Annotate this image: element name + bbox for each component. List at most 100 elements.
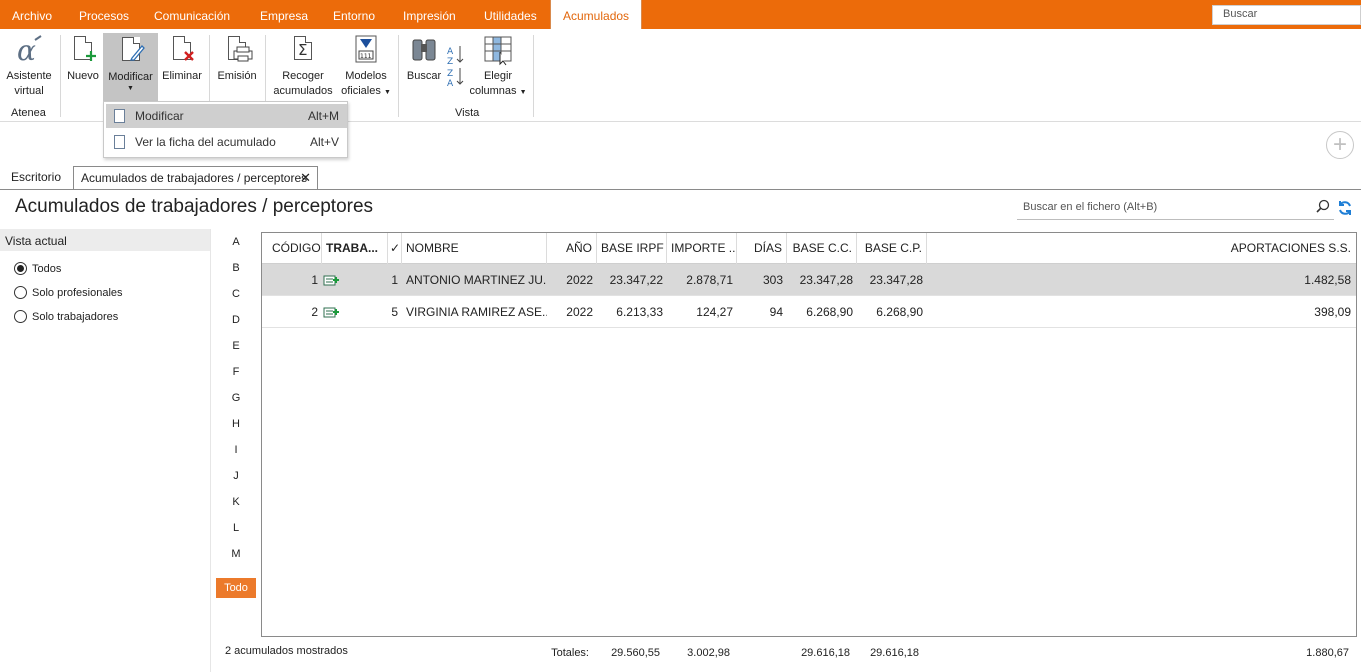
radio-todos[interactable]: Todos — [14, 262, 61, 275]
eliminar-label: Eliminar — [162, 70, 202, 82]
edit-document-icon — [115, 35, 147, 67]
letter-filter-m[interactable]: M — [226, 548, 246, 560]
group-label-atenea: Atenea — [11, 107, 46, 119]
cell-base-cc: 6.268,90 — [806, 305, 853, 319]
svg-text:Z: Z — [447, 69, 453, 79]
cell-base-irpf: 6.213,33 — [616, 305, 663, 319]
recoger-label-1: Recoger — [282, 70, 324, 82]
worker-record-icon — [323, 275, 339, 286]
letter-filter-k[interactable]: K — [226, 496, 246, 508]
cell-anio: 2022 — [566, 305, 593, 319]
menu-tab-utilidades[interactable]: Utilidades — [484, 0, 537, 29]
alpha-icon: α — [13, 34, 45, 67]
cell-importe: 124,27 — [696, 305, 733, 319]
letter-filter-f[interactable]: F — [226, 366, 246, 378]
col-importe[interactable]: IMPORTE ... — [667, 233, 737, 264]
tab-escritorio[interactable]: Escritorio — [11, 166, 61, 190]
global-search-input[interactable]: Buscar — [1212, 5, 1361, 25]
letter-filter-d[interactable]: D — [226, 314, 246, 326]
elegir-label-2: columnas ▼ — [469, 85, 527, 97]
eliminar-button[interactable]: Eliminar — [160, 34, 204, 84]
letter-filter-j[interactable]: J — [226, 470, 246, 482]
col-trabajador[interactable]: TRABA... — [322, 233, 388, 264]
col-base-cc[interactable]: BASE C.C. — [787, 233, 857, 264]
sum-document-icon: Σ — [287, 34, 319, 66]
acumulados-table: CÓDIGO TRABA... ✓ NOMBRE AÑO BASE IRPF I… — [261, 232, 1357, 637]
asistente-virtual-button[interactable]: α Asistente virtual — [4, 34, 54, 99]
cell-base-cc: 23.347,28 — [799, 273, 853, 287]
filter-todo-button[interactable]: Todo — [216, 578, 256, 598]
sort-az-icon: AZZA — [447, 46, 464, 89]
menu-tab-entorno[interactable]: Entorno — [333, 0, 375, 29]
col-codigo[interactable]: CÓDIGO — [262, 233, 322, 264]
radio-label: Solo trabajadores — [32, 311, 119, 323]
letter-filter-i[interactable]: I — [226, 444, 246, 456]
letter-filter-e[interactable]: E — [226, 340, 246, 352]
total-base-cc: 29.616,18 — [801, 647, 850, 659]
view-record-icon — [114, 135, 125, 149]
col-dias[interactable]: DÍAS — [737, 233, 787, 264]
svg-text:111: 111 — [360, 53, 372, 60]
cell-nombre: ANTONIO MARTINEZ JU... — [406, 273, 547, 287]
file-search-input[interactable]: Buscar en el fichero (Alt+B) — [1017, 196, 1334, 220]
menu-item-ver-ficha[interactable]: Ver la ficha del acumulado Alt+V — [106, 130, 347, 154]
col-aportaciones[interactable]: APORTACIONES S.S. — [927, 233, 1356, 264]
menu-tab-empresa[interactable]: Empresa — [260, 0, 308, 29]
records-count: 2 acumulados mostrados — [225, 645, 348, 657]
delete-document-icon — [166, 34, 198, 66]
col-nombre[interactable]: NOMBRE — [402, 233, 547, 264]
letter-filter-a[interactable]: A — [226, 236, 246, 248]
menu-tab-comunicacion[interactable]: Comunicación — [154, 0, 230, 29]
table-row[interactable]: 1 1 ANTONIO MARTINEZ JU... 2022 23.347,2… — [262, 264, 1356, 296]
menu-tab-acumulados[interactable]: Acumulados — [550, 0, 643, 29]
sort-az-button[interactable]: AZZA — [444, 44, 466, 93]
close-icon[interactable]: ✕ — [300, 167, 311, 189]
file-search-placeholder: Buscar en el fichero (Alt+B) — [1023, 201, 1158, 213]
menu-item-modificar[interactable]: Modificar Alt+M — [106, 104, 347, 128]
recoger-label-2: acumulados — [273, 85, 333, 97]
print-document-icon — [221, 34, 253, 66]
menu-bar: Archivo Procesos Comunicación Empresa En… — [0, 0, 1361, 29]
col-anio[interactable]: AÑO — [547, 233, 597, 264]
refresh-icon[interactable] — [1337, 200, 1353, 216]
add-tab-icon[interactable]: + — [1326, 131, 1354, 159]
menu-tab-impresion[interactable]: Impresión — [403, 0, 456, 29]
svg-text:A: A — [447, 47, 454, 57]
cell-codigo: 2 — [311, 305, 318, 319]
buscar-button[interactable]: Buscar — [404, 34, 444, 84]
search-icon[interactable] — [1316, 199, 1330, 213]
emision-button[interactable]: Emisión — [214, 34, 260, 84]
letter-filter-c[interactable]: C — [226, 288, 246, 300]
chevron-down-icon: ▼ — [127, 85, 134, 92]
col-check[interactable]: ✓ — [388, 233, 402, 264]
recoger-acumulados-button[interactable]: Σ Recoger acumulados — [270, 34, 336, 99]
letter-filter-g[interactable]: G — [226, 392, 246, 404]
letter-filter-l[interactable]: L — [226, 522, 246, 534]
shortcut-label: Alt+V — [309, 135, 339, 149]
total-aportaciones: 1.880,67 — [1306, 647, 1349, 659]
col-base-cp[interactable]: BASE C.P. — [857, 233, 927, 264]
modificar-button[interactable]: Modificar ▼ — [103, 33, 158, 103]
chevron-down-icon: ▼ — [519, 89, 527, 96]
panel-divider — [210, 229, 211, 672]
edit-icon — [114, 109, 125, 123]
page-title: Acumulados de trabajadores / perceptores — [15, 196, 374, 217]
letter-filter-h[interactable]: H — [226, 418, 246, 430]
asistente-label-1: Asistente — [6, 70, 52, 82]
modelos-oficiales-button[interactable]: 111 Modelos oficiales ▼ — [339, 34, 393, 100]
radio-solo-profesionales[interactable]: Solo profesionales — [14, 286, 123, 299]
total-base-irpf: 29.560,55 — [611, 647, 660, 659]
menu-tab-archivo[interactable]: Archivo — [12, 0, 52, 29]
elegir-columnas-button[interactable]: Elegir columnas ▼ — [468, 34, 528, 100]
emision-label: Emisión — [217, 70, 257, 82]
col-base-irpf[interactable]: BASE IRPF — [597, 233, 667, 264]
radio-solo-trabajadores[interactable]: Solo trabajadores — [14, 310, 118, 323]
table-row[interactable]: 2 5 VIRGINIA RAMIREZ ASE... 2022 6.213,3… — [262, 296, 1356, 328]
radio-label: Solo profesionales — [32, 287, 123, 299]
choose-columns-icon — [482, 34, 514, 66]
asistente-label-2: virtual — [14, 85, 44, 97]
tab-acumulados[interactable]: Acumulados de trabajadores / perceptores… — [73, 166, 318, 190]
nuevo-button[interactable]: Nuevo — [64, 34, 102, 84]
menu-tab-procesos[interactable]: Procesos — [79, 0, 129, 29]
letter-filter-b[interactable]: B — [226, 262, 246, 274]
